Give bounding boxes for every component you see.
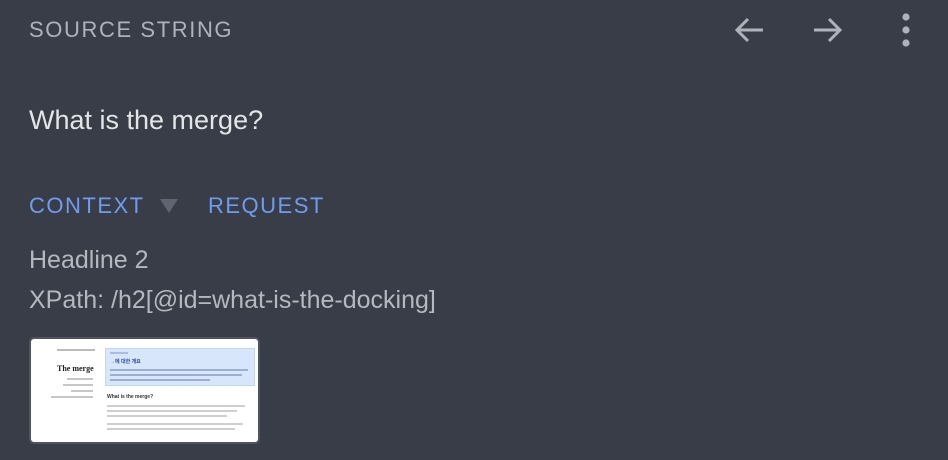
thumb-banner-line bbox=[110, 379, 210, 381]
thumb-text-line bbox=[107, 405, 245, 407]
thumb-banner-tag bbox=[110, 352, 128, 354]
caret-down-icon[interactable] bbox=[160, 199, 178, 213]
thumb-topbar bbox=[57, 349, 95, 351]
thumb-sidebar-line bbox=[63, 384, 93, 386]
thumb-text-line bbox=[107, 415, 227, 417]
thumb-sidebar-line bbox=[51, 396, 93, 398]
thumb-text-line bbox=[107, 428, 235, 430]
thumb-sidebar-title: The merge bbox=[57, 364, 94, 373]
thumb-banner-title: →에 대한 개요 bbox=[110, 359, 141, 365]
next-string-button[interactable] bbox=[807, 10, 847, 50]
arrow-right-icon bbox=[814, 17, 843, 43]
thumb-text-line bbox=[107, 423, 243, 425]
context-xpath: XPath: /h2[@id=what-is-the-docking] bbox=[29, 286, 436, 314]
source-string-text: What is the merge? bbox=[29, 105, 264, 135]
thumb-heading: What is the merge? bbox=[107, 394, 154, 400]
tab-context[interactable]: CONTEXT bbox=[29, 193, 145, 219]
more-vertical-icon bbox=[902, 13, 910, 47]
previous-string-button[interactable] bbox=[730, 10, 770, 50]
context-screenshot-thumbnail[interactable]: The merge →에 대한 개요 What is the merge? bbox=[29, 337, 260, 444]
thumb-banner-line bbox=[110, 369, 248, 371]
screenshot-preview: The merge →에 대한 개요 What is the merge? bbox=[35, 343, 255, 438]
thumb-text-line bbox=[107, 410, 237, 412]
thumb-banner: →에 대한 개요 bbox=[105, 348, 255, 386]
thumb-sidebar-line bbox=[71, 390, 93, 392]
tab-request[interactable]: REQUEST bbox=[208, 193, 325, 219]
section-title: SOURCE STRING bbox=[29, 17, 234, 42]
thumb-banner-line bbox=[110, 374, 242, 376]
context-element-type: Headline 2 bbox=[29, 246, 149, 274]
arrow-left-icon bbox=[734, 17, 763, 43]
thumb-sidebar-line bbox=[67, 378, 93, 380]
more-options-button[interactable] bbox=[886, 10, 926, 50]
